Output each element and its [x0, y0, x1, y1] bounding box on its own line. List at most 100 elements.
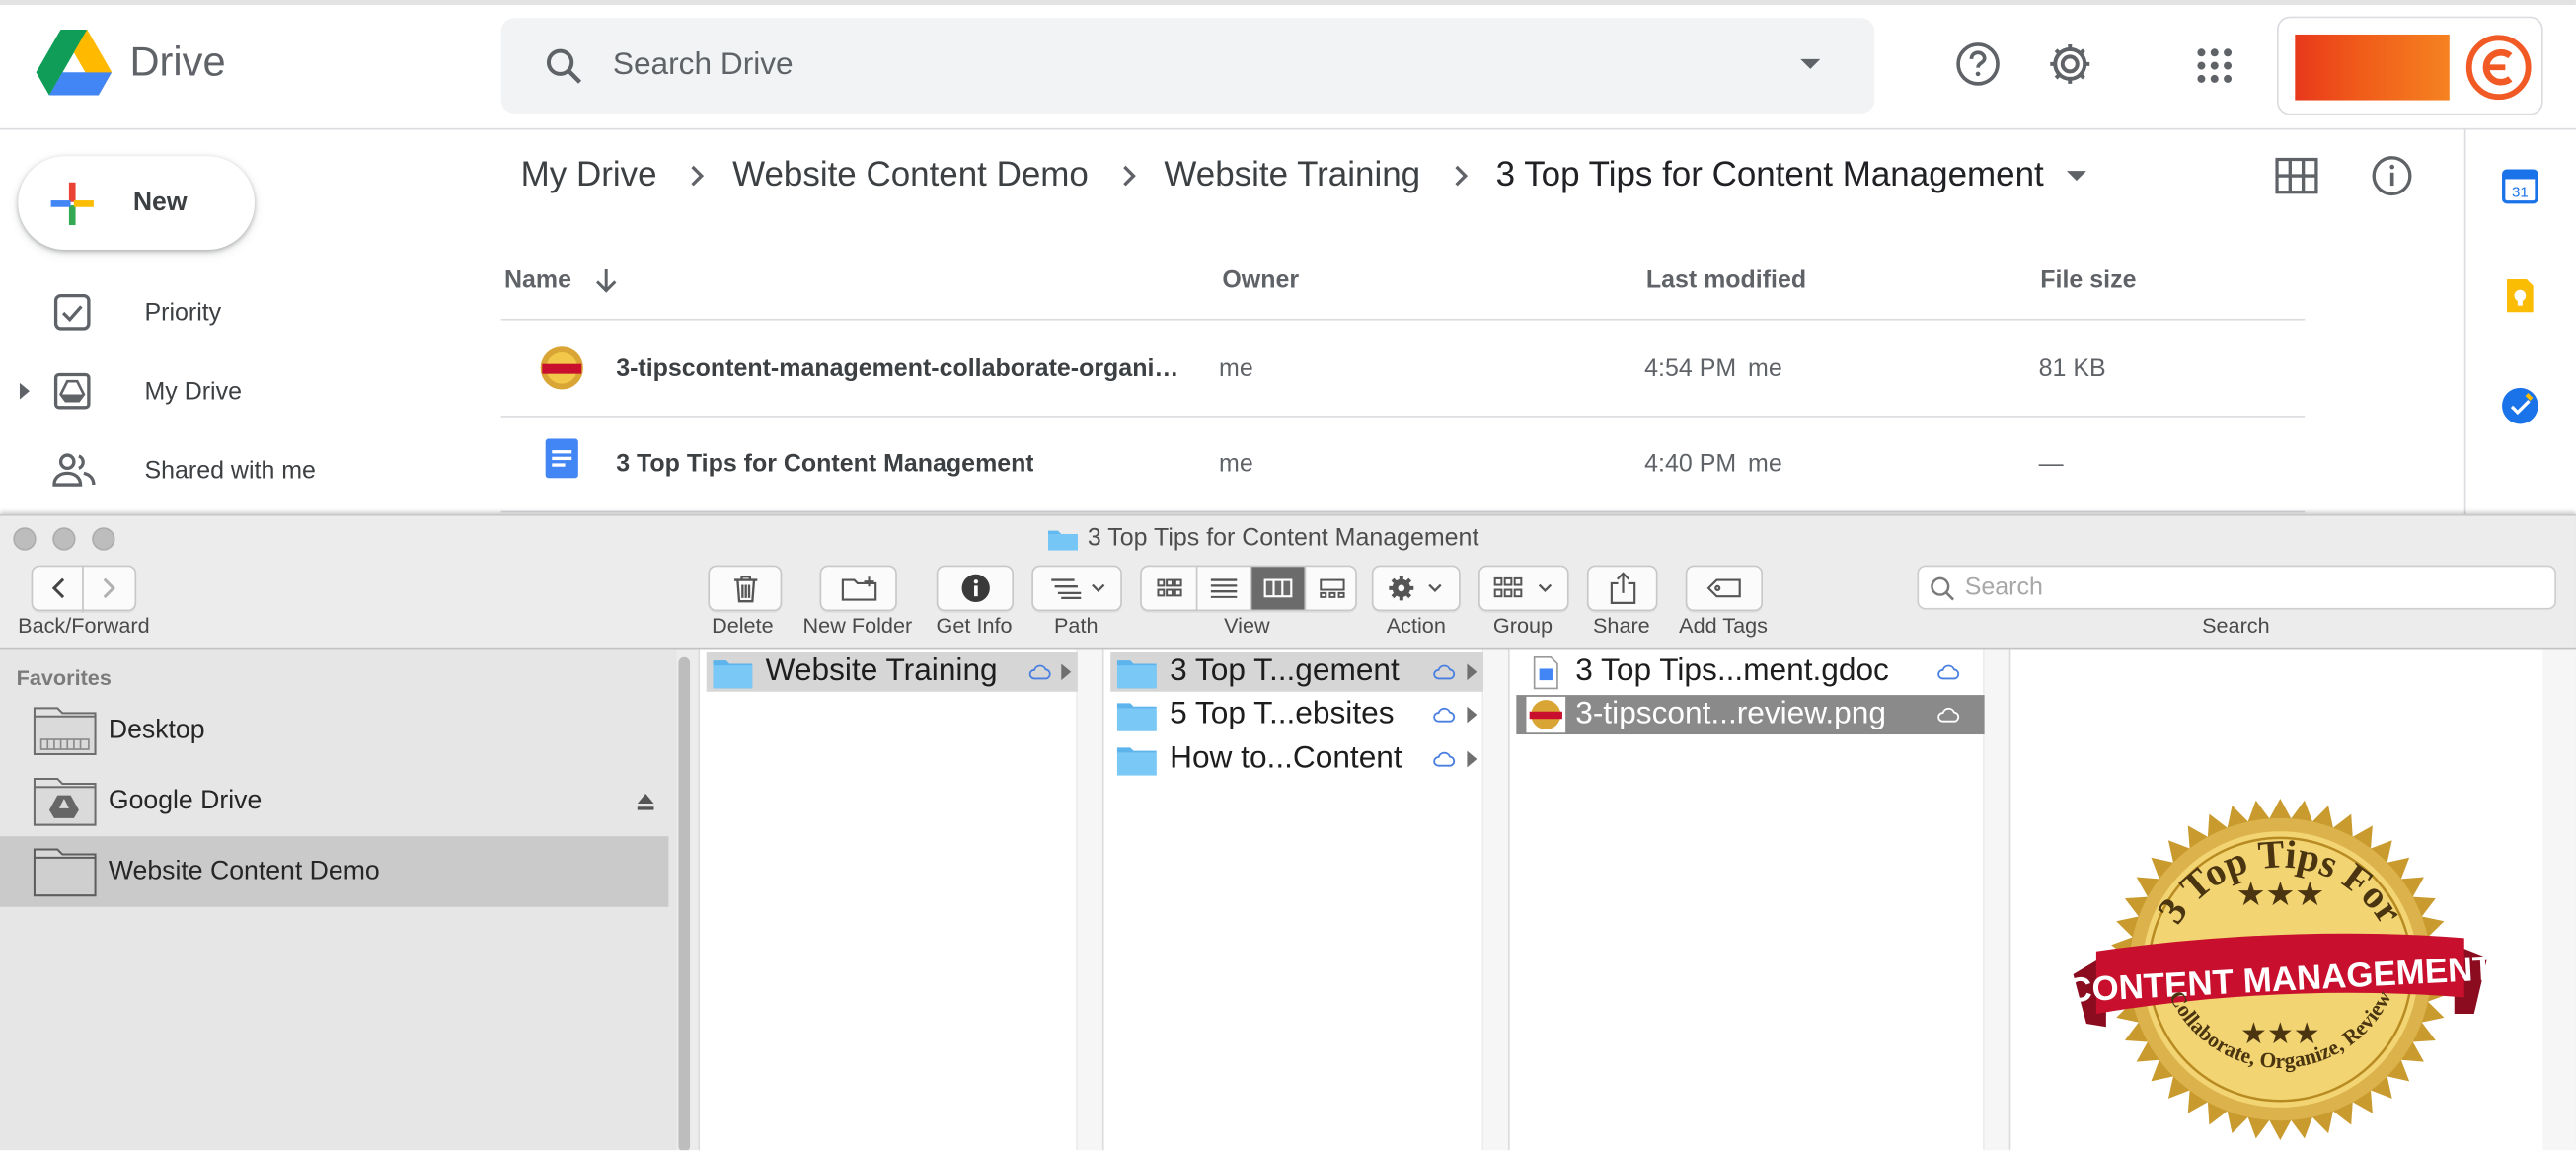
shared-people-icon [52, 452, 96, 489]
delete-button[interactable] [708, 565, 783, 612]
folder-icon [1116, 743, 1157, 775]
list-view-icon[interactable] [1195, 567, 1250, 610]
tasks-icon[interactable] [2500, 386, 2539, 425]
nav-item-label: Shared with me [144, 455, 316, 485]
header-divider [0, 127, 2576, 130]
sidebar-item-google-drive[interactable]: Google Drive [0, 766, 668, 837]
breadcrumb-current-folder[interactable]: 3 Top Tips for Content Management [1496, 156, 2044, 195]
finder-search-field[interactable]: Search [1917, 565, 2556, 610]
nav-item-my-drive[interactable]: My Drive [0, 358, 492, 424]
column-header-last-modified[interactable]: Last modified [1646, 267, 1806, 294]
icon-view-icon[interactable] [1142, 567, 1196, 609]
sort-arrow-down-icon[interactable] [595, 268, 618, 294]
breadcrumb-item-website-training[interactable]: Website Training [1164, 156, 1420, 195]
badge-stars-top: ★★★ [2236, 877, 2325, 913]
expand-caret-icon[interactable] [19, 382, 30, 400]
chevron-right-icon [102, 576, 116, 599]
nav-item-label: My Drive [144, 377, 242, 406]
keep-notes-icon[interactable] [2500, 276, 2539, 316]
window-minimize-button[interactable] [52, 527, 76, 551]
help-icon[interactable] [1953, 39, 2003, 89]
gallery-view-icon[interactable] [1304, 567, 1359, 610]
calendar-icon[interactable]: 31 [2500, 166, 2539, 205]
action-dropdown[interactable] [1371, 565, 1461, 612]
column-item-folder[interactable]: Website Training [706, 652, 1078, 692]
toolbar-label-group: Group [1492, 612, 1553, 638]
new-folder-button[interactable] [819, 565, 897, 612]
search-options-dropdown-icon[interactable] [1799, 56, 1822, 73]
file-row[interactable]: 3-tipscontent-management-collaborate-org… [500, 322, 2306, 418]
column-item-folder[interactable]: 5 Top T...ebsites [1110, 695, 1483, 734]
column-item-file[interactable]: 3 Top Tips...ment.gdoc [1516, 652, 1984, 692]
file-modified-time: 4:40 PM [1644, 450, 1737, 479]
column-divider [1077, 649, 1102, 1151]
settings-gear-icon[interactable] [2045, 39, 2094, 89]
view-segmented-control[interactable] [1140, 565, 1359, 612]
forward-button[interactable] [82, 565, 137, 612]
grid-view-icon[interactable] [2275, 157, 2318, 194]
png-thumbnail-icon [1526, 696, 1566, 733]
window-close-button[interactable] [13, 527, 37, 551]
group-dropdown[interactable] [1478, 565, 1569, 612]
finder-window-title: 3 Top Tips for Content Management [1047, 524, 1478, 552]
toolbar-label-delete: Delete [712, 612, 774, 638]
nav-item-shared-with-me[interactable]: Shared with me [0, 437, 492, 503]
file-row[interactable]: 3 Top Tips for Content Management me 4:4… [500, 418, 2306, 513]
breadcrumb-item-website-content-demo[interactable]: Website Content Demo [732, 156, 1089, 195]
column-item-folder[interactable]: 3 Top T...gement [1110, 652, 1484, 692]
disclosure-arrow-icon [1467, 706, 1477, 724]
organization-logo [2295, 34, 2450, 101]
action-gear-icon [1387, 576, 1446, 602]
column-header-name[interactable]: Name [504, 267, 571, 294]
add-tags-button[interactable] [1685, 565, 1764, 612]
file-list-header: Name Owner Last modified File size [500, 247, 2306, 321]
toolbar-label-add-tags: Add Tags [1679, 612, 1768, 638]
file-name[interactable]: 3-tipscontent-management-collaborate-org… [616, 355, 1191, 383]
column-item-file-selected[interactable]: 3-tipscont...review.png [1516, 695, 1985, 735]
disclosure-arrow-icon [1467, 750, 1477, 768]
account-switcher[interactable] [2276, 16, 2543, 115]
search-bar[interactable]: Search Drive [500, 18, 1875, 114]
finder-search-input[interactable]: Search [1965, 574, 2043, 601]
folder-menu-dropdown-icon[interactable] [2067, 169, 2087, 182]
back-button[interactable] [31, 565, 84, 612]
breadcrumb-item-my-drive[interactable]: My Drive [521, 156, 657, 195]
magnifier-icon [1931, 576, 1955, 601]
file-name[interactable]: 3 Top Tips for Content Management [616, 450, 1034, 478]
eject-icon[interactable] [636, 791, 655, 810]
column-view-icon[interactable] [1250, 567, 1305, 610]
toolbar-label-action: Action [1386, 612, 1446, 638]
sidebar-item-desktop[interactable]: Desktop [0, 695, 668, 766]
nav-item-priority[interactable]: Priority [0, 279, 492, 345]
google-drive-disk-icon [33, 776, 97, 827]
sidebar-scrollbar-thumb[interactable] [678, 656, 691, 1151]
sidebar-item-website-content-demo[interactable]: Website Content Demo [0, 836, 669, 907]
column-item-label: 3 Top T...gement [1170, 653, 1400, 689]
path-dropdown[interactable] [1031, 565, 1122, 612]
share-button[interactable] [1586, 565, 1658, 612]
drive-logo[interactable]: Drive [36, 29, 226, 97]
disclosure-arrow-icon [1061, 663, 1072, 681]
icloud-status-icon [1936, 707, 1960, 724]
search-input[interactable]: Search Drive [613, 47, 794, 84]
file-owner: me [1219, 354, 1253, 383]
info-icon [960, 574, 990, 603]
top-border [0, 0, 2576, 5]
details-info-icon[interactable] [2371, 154, 2413, 196]
icloud-status-icon [1936, 663, 1960, 680]
window-zoom-button[interactable] [92, 527, 115, 551]
column-header-owner[interactable]: Owner [1222, 267, 1299, 294]
apps-grid-icon[interactable] [2195, 46, 2235, 86]
my-drive-icon [52, 371, 92, 411]
get-info-button[interactable] [936, 565, 1014, 612]
column-divider [1483, 649, 1509, 1151]
account-avatar-icon[interactable] [2465, 35, 2532, 101]
new-button[interactable]: New [18, 156, 255, 251]
column-item-label: 3 Top Tips...ment.gdoc [1575, 653, 1889, 689]
column-item-folder[interactable]: How to...Content [1110, 739, 1483, 779]
google-docs-icon [545, 438, 578, 479]
search-icon[interactable] [544, 46, 583, 86]
column-header-file-size[interactable]: File size [2040, 267, 2136, 294]
folder-icon [1047, 526, 1078, 550]
file-modified-time: 4:54 PM [1644, 354, 1737, 383]
